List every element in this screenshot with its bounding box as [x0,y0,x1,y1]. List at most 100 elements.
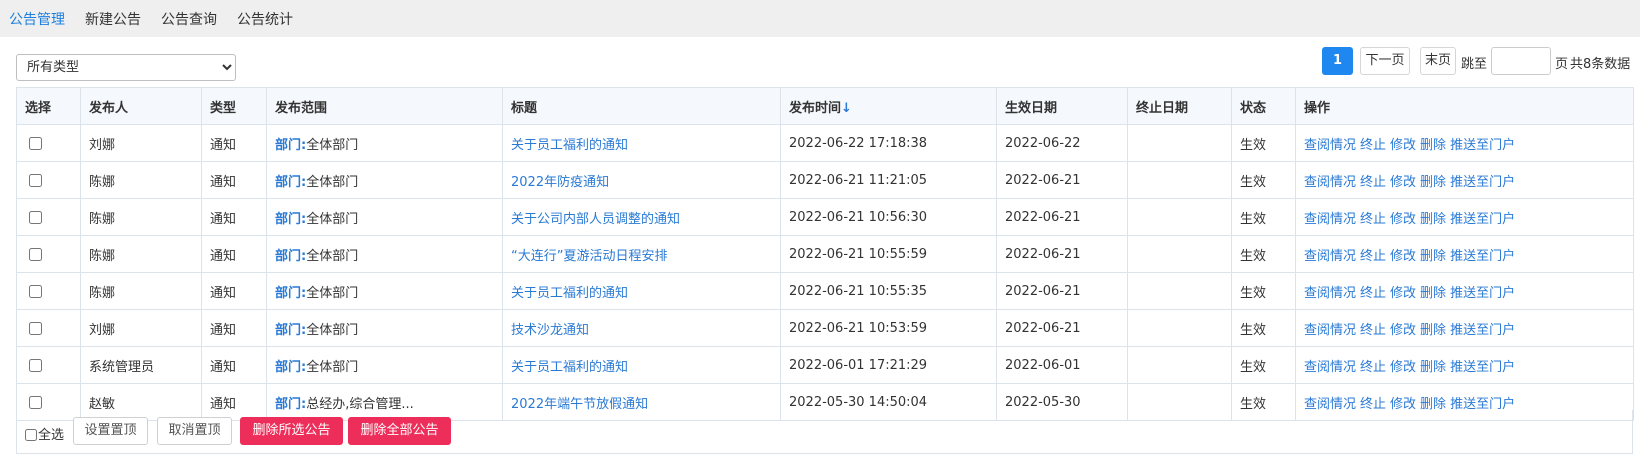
nav-tab-announcement-manage[interactable]: 公告管理 [9,9,65,29]
row-scope-value: 全体部门 [306,359,359,375]
row-title-link[interactable]: 技术沙龙通知 [511,323,589,338]
row-title-cell: 2022年防疫通知 [502,161,781,199]
delete-link[interactable]: 删除 [1420,323,1446,338]
row-checkbox[interactable] [29,284,42,298]
edit-link[interactable]: 修改 [1390,360,1416,375]
delete-selected-button[interactable]: 删除所选公告 [240,417,343,445]
view-read-status-link[interactable]: 查阅情况 [1304,360,1356,375]
delete-link[interactable]: 删除 [1420,249,1446,264]
row-effective-date: 2022-06-22 [996,124,1128,162]
row-end-date [1127,198,1232,236]
edit-link[interactable]: 修改 [1390,286,1416,301]
row-checkbox[interactable] [29,173,42,187]
view-read-status-link[interactable]: 查阅情况 [1304,138,1356,153]
row-title-cell: 关于员工福利的通知 [502,346,781,384]
delete-link[interactable]: 删除 [1420,212,1446,227]
top-nav: 公告管理 新建公告 公告查询 公告统计 [0,0,1640,37]
jump-page-input[interactable] [1491,47,1551,75]
table-header-row: 选择 发布人 类型 发布范围 标题 发布时间↓ 生效日期 终止日期 状态 操作 [16,87,1634,125]
row-checkbox[interactable] [29,358,42,372]
push-to-portal-link[interactable]: 推送至门户 [1450,138,1515,153]
row-publisher: 系统管理员 [80,346,202,384]
row-status: 生效 [1231,346,1296,384]
push-to-portal-link[interactable]: 推送至门户 [1450,212,1515,227]
row-title-link[interactable]: “大连行”夏游活动日程安排 [511,249,667,264]
row-select-cell [16,161,81,199]
row-publish-time: 2022-06-21 10:53:59 [780,309,997,347]
last-page-button[interactable]: 末页 [1420,47,1456,75]
row-type: 通知 [201,272,267,310]
edit-link[interactable]: 修改 [1390,212,1416,227]
header-publish-time[interactable]: 发布时间↓ [780,87,997,125]
row-title-cell: 关于员工福利的通知 [502,124,781,162]
row-title-link[interactable]: 关于员工福利的通知 [511,286,628,301]
row-publisher: 刘娜 [80,309,202,347]
row-title-link[interactable]: 关于员工福利的通知 [511,138,628,153]
page-unit-label: 页 [1555,57,1569,72]
row-end-date [1127,161,1232,199]
delete-link[interactable]: 删除 [1420,175,1446,190]
row-checkbox[interactable] [29,210,42,224]
terminate-link[interactable]: 终止 [1360,249,1386,264]
delete-all-button[interactable]: 删除全部公告 [348,417,451,445]
push-to-portal-link[interactable]: 推送至门户 [1450,286,1515,301]
row-operations: 查阅情况 终止 修改 删除 推送至门户 [1295,272,1634,310]
next-page-button[interactable]: 下一页 [1360,47,1410,75]
row-end-date [1127,309,1232,347]
terminate-link[interactable]: 终止 [1360,360,1386,375]
row-end-date [1127,346,1232,384]
view-read-status-link[interactable]: 查阅情况 [1304,249,1356,264]
row-effective-date: 2022-06-21 [996,235,1128,273]
edit-link[interactable]: 修改 [1390,323,1416,338]
row-title-cell: 关于员工福利的通知 [502,272,781,310]
row-title-cell: “大连行”夏游活动日程安排 [502,235,781,273]
select-all-label[interactable]: 全选 [25,424,64,443]
edit-link[interactable]: 修改 [1390,175,1416,190]
terminate-link[interactable]: 终止 [1360,138,1386,153]
delete-link[interactable]: 删除 [1420,138,1446,153]
nav-tab-announcement-stats[interactable]: 公告统计 [237,9,293,29]
nav-tab-announcement-query[interactable]: 公告查询 [161,9,217,29]
delete-link[interactable]: 删除 [1420,360,1446,375]
terminate-link[interactable]: 终止 [1360,286,1386,301]
type-filter-select[interactable]: 所有类型 [16,54,236,81]
set-top-button[interactable]: 设置置顶 [73,417,148,445]
page-1-button[interactable]: 1 [1322,47,1353,75]
row-end-date [1127,272,1232,310]
edit-link[interactable]: 修改 [1390,249,1416,264]
row-checkbox[interactable] [29,321,42,335]
row-effective-date: 2022-06-21 [996,161,1128,199]
row-effective-date: 2022-06-21 [996,309,1128,347]
view-read-status-link[interactable]: 查阅情况 [1304,286,1356,301]
select-all-checkbox[interactable] [25,429,37,441]
view-read-status-link[interactable]: 查阅情况 [1304,175,1356,190]
row-checkbox[interactable] [29,136,42,150]
sort-down-icon[interactable]: ↓ [841,101,852,116]
terminate-link[interactable]: 终止 [1360,323,1386,338]
row-scope: 部门:全体部门 [266,272,503,310]
row-checkbox[interactable] [29,247,42,261]
terminate-link[interactable]: 终止 [1360,175,1386,190]
view-read-status-link[interactable]: 查阅情况 [1304,212,1356,227]
header-end-date: 终止日期 [1127,87,1232,125]
view-read-status-link[interactable]: 查阅情况 [1304,323,1356,338]
cancel-top-button[interactable]: 取消置顶 [157,417,232,445]
row-title-link[interactable]: 关于公司内部人员调整的通知 [511,212,680,227]
push-to-portal-link[interactable]: 推送至门户 [1450,249,1515,264]
row-operations: 查阅情况 终止 修改 删除 推送至门户 [1295,161,1634,199]
row-checkbox[interactable] [29,395,42,409]
terminate-link[interactable]: 终止 [1360,212,1386,227]
row-end-date [1127,235,1232,273]
row-publish-time: 2022-06-21 10:55:59 [780,235,997,273]
nav-tab-new-announcement[interactable]: 新建公告 [85,9,141,29]
row-title-link[interactable]: 2022年防疫通知 [511,175,609,190]
edit-link[interactable]: 修改 [1390,138,1416,153]
delete-link[interactable]: 删除 [1420,286,1446,301]
push-to-portal-link[interactable]: 推送至门户 [1450,360,1515,375]
row-operations: 查阅情况 终止 修改 删除 推送至门户 [1295,124,1634,162]
table-row: 刘娜 通知 部门:全体部门 关于员工福利的通知 2022-06-22 17:18… [16,124,1634,162]
push-to-portal-link[interactable]: 推送至门户 [1450,323,1515,338]
push-to-portal-link[interactable]: 推送至门户 [1450,175,1515,190]
table-row: 刘娜 通知 部门:全体部门 技术沙龙通知 2022-06-21 10:53:59… [16,309,1634,347]
row-title-link[interactable]: 关于员工福利的通知 [511,360,628,375]
